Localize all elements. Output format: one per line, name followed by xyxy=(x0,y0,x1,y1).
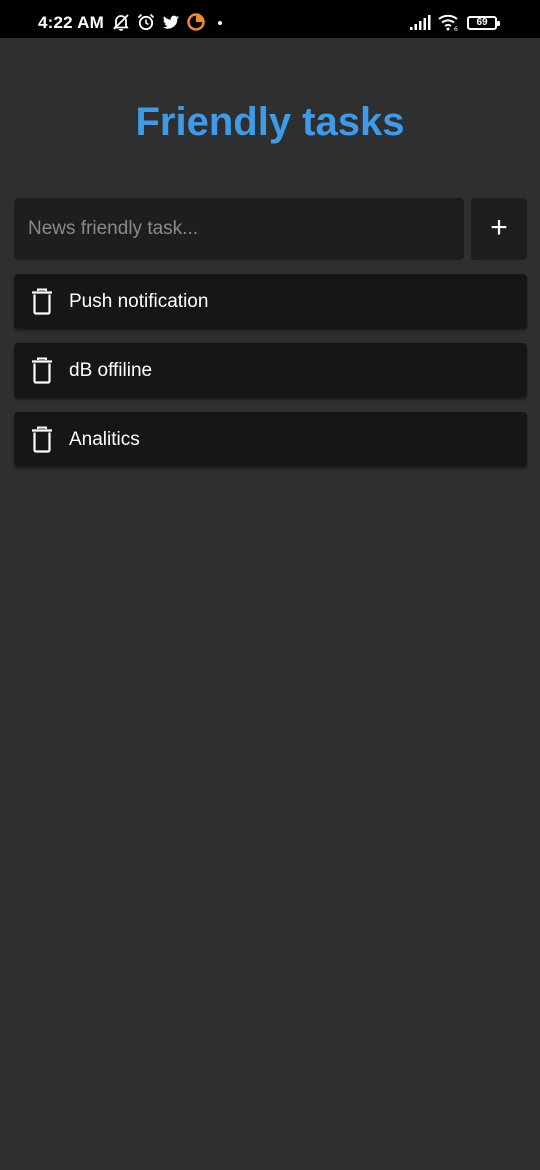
task-label: Analitics xyxy=(69,429,140,450)
task-item: dB offiline xyxy=(14,343,527,398)
task-item: Push notification xyxy=(14,274,527,329)
page-title: Friendly tasks xyxy=(135,100,405,144)
trash-icon[interactable] xyxy=(30,426,54,453)
task-list: Push notification dB offiline Analitics xyxy=(14,274,527,481)
status-bar: 4:22 AM 6 69 xyxy=(0,0,540,38)
notification-dot xyxy=(218,21,222,25)
battery-level: 69 xyxy=(476,17,488,28)
alarm-icon xyxy=(137,13,155,31)
task-label: dB offiline xyxy=(69,360,153,381)
task-item: Analitics xyxy=(14,412,527,467)
notifications-off-icon xyxy=(113,14,129,31)
trash-icon[interactable] xyxy=(30,357,54,384)
add-task-button[interactable]: + xyxy=(471,198,527,260)
pie-app-icon xyxy=(187,13,205,31)
signal-icon xyxy=(410,15,431,30)
status-time: 4:22 AM xyxy=(38,13,104,32)
wifi-icon: 6 xyxy=(438,14,458,32)
task-label: Push notification xyxy=(69,291,209,312)
twitter-icon xyxy=(163,15,179,29)
trash-icon[interactable] xyxy=(30,288,54,315)
new-task-input[interactable] xyxy=(14,198,464,260)
svg-text:6: 6 xyxy=(454,26,458,32)
battery-icon: 69 xyxy=(467,16,500,30)
